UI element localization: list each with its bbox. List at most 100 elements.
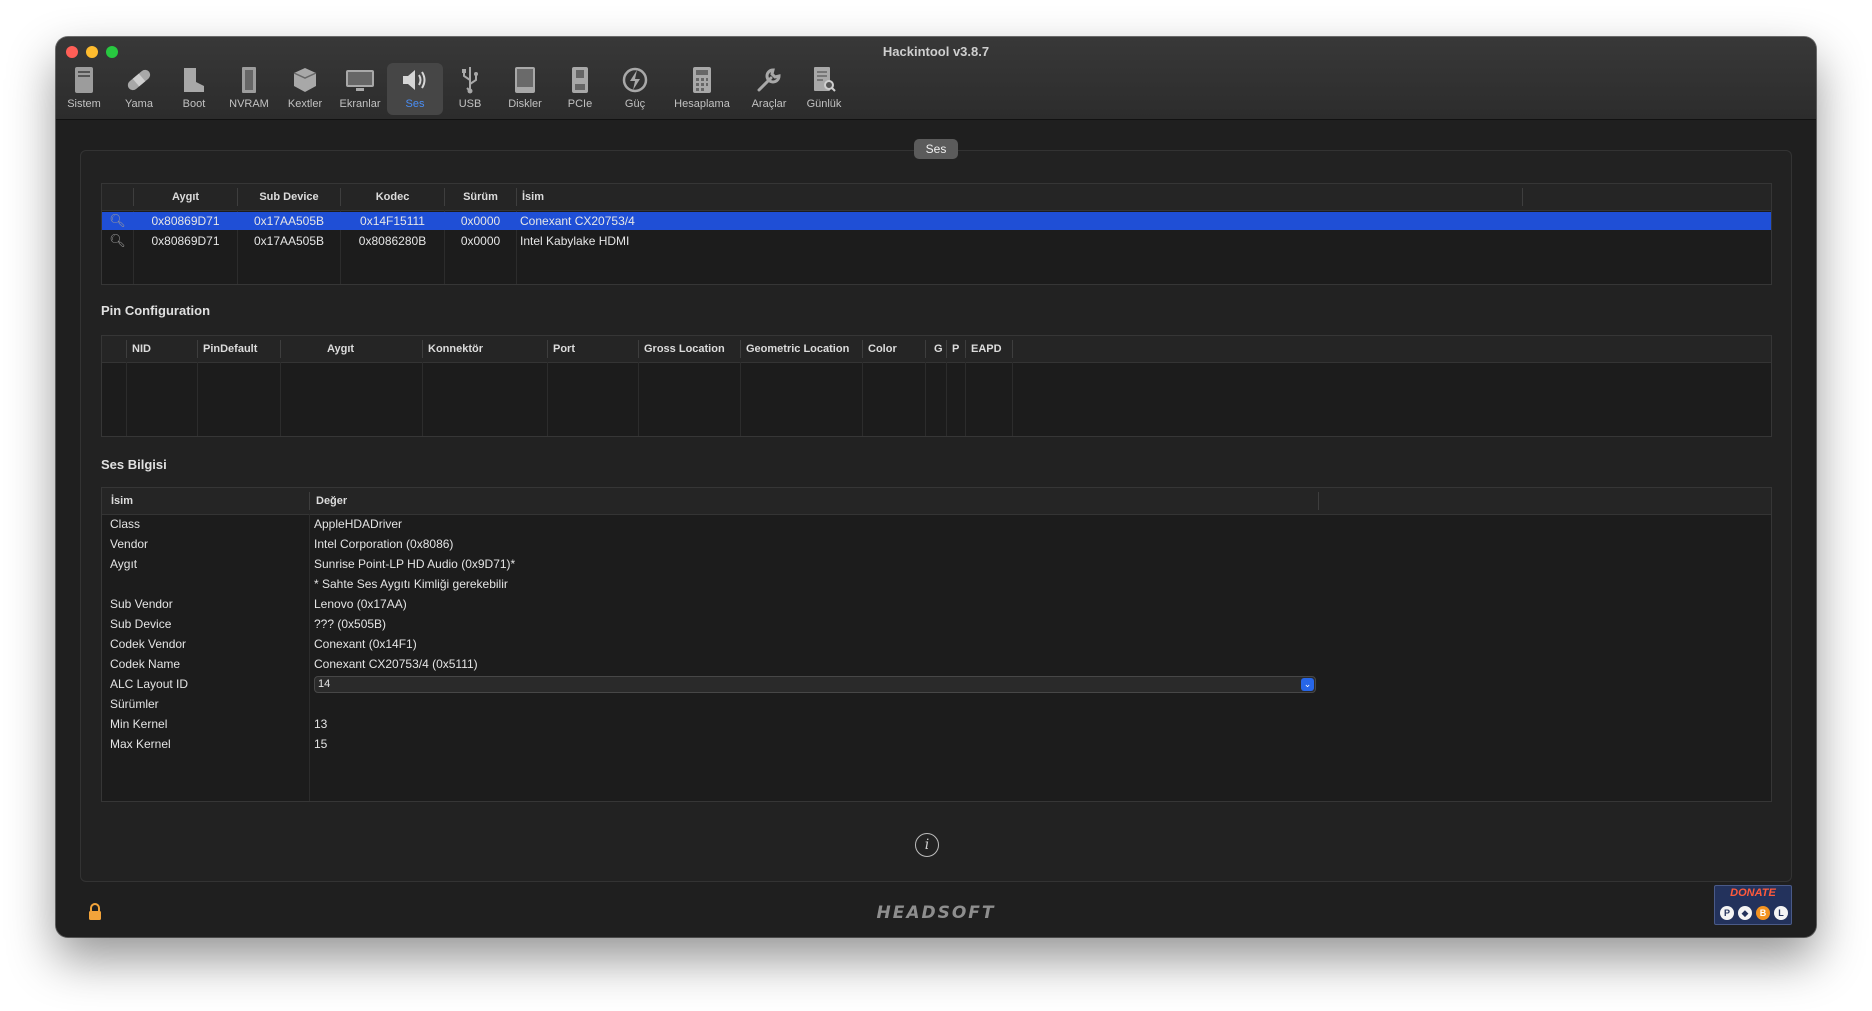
- usb-icon: [453, 66, 487, 96]
- column-header-gross-location[interactable]: Gross Location: [644, 336, 725, 362]
- toolbar-item-araclar[interactable]: Araçlar: [741, 63, 797, 115]
- toolbar-item-yama[interactable]: Yama: [111, 63, 167, 115]
- donate-label: DONATE: [1730, 887, 1776, 899]
- info-name: Vendor: [110, 537, 149, 551]
- info-icon[interactable]: i: [915, 833, 939, 857]
- paypal-icon: P: [1720, 906, 1734, 920]
- lock-icon[interactable]: [86, 903, 104, 921]
- device-cell: 0x80869D71: [151, 214, 220, 228]
- app-window: Hackintool v3.8.7 Sistem Yama Boot NVRAM…: [56, 37, 1816, 937]
- info-note: * Sahte Ses Aygıtı Kimliği gerekebilir: [314, 577, 508, 591]
- toolbar-item-gunluk[interactable]: Günlük: [796, 63, 852, 115]
- toolbar-item-guc[interactable]: Güç: [607, 63, 663, 115]
- codec-cell: 0x8086280B: [358, 234, 427, 248]
- info-name: ALC Layout ID: [110, 677, 189, 691]
- device-table-header: Aygıt Sub Device Kodec Sürüm İsim: [102, 184, 1771, 211]
- toolbar-item-diskler[interactable]: Diskler: [497, 63, 553, 115]
- group-tab-ses: Ses: [914, 139, 958, 159]
- toolbar-item-boot[interactable]: Boot: [166, 63, 222, 115]
- toolbar-label: Günlük: [806, 98, 842, 110]
- toolbar-label: NVRAM: [229, 98, 269, 110]
- column-header-color[interactable]: Color: [868, 336, 897, 362]
- column-header-device[interactable]: Aygıt: [327, 336, 354, 362]
- toolbar-label: Araçlar: [751, 98, 787, 110]
- info-name: Max Kernel: [110, 737, 171, 751]
- calculator-icon: [685, 66, 719, 96]
- search-icon[interactable]: 🔍︎: [102, 232, 133, 250]
- column-header-pindefault[interactable]: PinDefault: [203, 336, 257, 362]
- toolbar-label: Ekranlar: [339, 98, 381, 110]
- boot-icon: [177, 66, 211, 96]
- info-name: Class: [110, 517, 141, 531]
- window-title: Hackintool v3.8.7: [882, 44, 990, 59]
- audio-info-table[interactable]: İsim Değer Class AppleHDADriver Vendor I…: [101, 487, 1772, 802]
- table-row[interactable]: 🔍︎ 0x80869D71 0x17AA505B 0x14F15111 0x00…: [102, 212, 1771, 230]
- info-value: Lenovo (0x17AA): [314, 597, 407, 611]
- revision-cell: 0x0000: [460, 234, 501, 248]
- info-name: Sub Vendor: [110, 597, 173, 611]
- chip-icon: [232, 66, 266, 96]
- info-name: Codek Vendor: [110, 637, 187, 651]
- bandage-icon: [122, 66, 156, 96]
- info-value: Sunrise Point-LP HD Audio (0x9D71)*: [314, 557, 516, 571]
- table-row[interactable]: 🔍︎ 0x80869D71 0x17AA505B 0x8086280B 0x00…: [102, 232, 1771, 250]
- bitcoin-icon: B: [1756, 906, 1770, 920]
- info-name: Sürümler: [110, 697, 159, 711]
- info-name: Aygıt: [110, 557, 138, 571]
- column-header-nid[interactable]: NID: [132, 336, 151, 362]
- donate-button[interactable]: DONATE P ◆ B L: [1714, 885, 1792, 925]
- toolbar-label: Sistem: [67, 98, 101, 110]
- info-value: 15: [314, 737, 328, 751]
- toolbar-label: Kextler: [287, 98, 323, 110]
- power-icon: [618, 66, 652, 96]
- audio-info-title: Ses Bilgisi: [101, 457, 167, 472]
- column-header-name[interactable]: İsim: [111, 488, 133, 514]
- alc-layout-id-select[interactable]: 14 ⌄: [314, 676, 1316, 693]
- pin-configuration-table[interactable]: NID PinDefault Aygıt Konnektör Port Gros…: [101, 335, 1772, 437]
- main-content: Aygıt Sub Device Kodec Sürüm İsim 🔍︎ 0x8…: [56, 120, 1816, 937]
- toolbar-label: PCIe: [567, 98, 593, 110]
- sub-device-cell: 0x17AA505B: [253, 234, 325, 248]
- title-bar: Hackintool v3.8.7 Sistem Yama Boot NVRAM…: [56, 37, 1816, 120]
- sub-device-cell: 0x17AA505B: [253, 214, 325, 228]
- toolbar-label: Yama: [125, 98, 153, 110]
- column-header-eapd[interactable]: EAPD: [971, 336, 1002, 362]
- computer-icon: [67, 66, 101, 96]
- toolbar-item-hesaplama[interactable]: Hesaplama: [670, 63, 734, 115]
- display-icon: [343, 66, 377, 96]
- toolbar-item-sistem[interactable]: Sistem: [56, 63, 112, 115]
- toolbar-label: Boot: [182, 98, 206, 110]
- column-header-codec[interactable]: Kodec: [341, 184, 444, 210]
- toolbar-item-ekranlar[interactable]: Ekranlar: [332, 63, 388, 115]
- toolbar-label: Diskler: [508, 98, 542, 110]
- info-name: Sub Device: [110, 617, 172, 631]
- column-header-value[interactable]: Değer: [316, 488, 347, 514]
- column-header-device[interactable]: Aygıt: [134, 184, 237, 210]
- pin-table-header: NID PinDefault Aygıt Konnektör Port Gros…: [102, 336, 1771, 363]
- info-value: Intel Corporation (0x8086): [314, 537, 454, 551]
- toolbar-item-kextler[interactable]: Kextler: [277, 63, 333, 115]
- search-icon[interactable]: 🔍︎: [102, 212, 133, 230]
- column-header-name[interactable]: İsim: [522, 184, 544, 210]
- column-header-geometric-location[interactable]: Geometric Location: [746, 336, 849, 362]
- info-value: Conexant CX20753/4 (0x5111): [314, 657, 478, 671]
- column-header-port[interactable]: Port: [553, 336, 575, 362]
- chevron-down-icon: ⌄: [1301, 678, 1314, 691]
- toolbar-item-usb[interactable]: USB: [442, 63, 498, 115]
- pin-configuration-title: Pin Configuration: [101, 303, 211, 318]
- toolbar-item-pcie[interactable]: PCIe: [552, 63, 608, 115]
- column-header-g[interactable]: G: [934, 336, 943, 362]
- toolbar-label: Güç: [624, 98, 646, 110]
- toolbar-item-ses[interactable]: Ses: [387, 63, 443, 115]
- headsoft-logo: HEADSOFT: [876, 903, 996, 923]
- column-header-revision[interactable]: Sürüm: [445, 184, 516, 210]
- column-header-sub-device[interactable]: Sub Device: [238, 184, 340, 210]
- device-table[interactable]: Aygıt Sub Device Kodec Sürüm İsim 🔍︎ 0x8…: [101, 183, 1772, 285]
- toolbar-item-nvram[interactable]: NVRAM: [221, 63, 277, 115]
- column-header-connector[interactable]: Konnektör: [428, 336, 483, 362]
- pcie-card-icon: [563, 66, 597, 96]
- alc-layout-id-value: 14: [318, 678, 331, 690]
- ethereum-icon: ◆: [1738, 906, 1752, 920]
- codec-cell: 0x14F15111: [360, 214, 425, 228]
- column-header-p[interactable]: P: [952, 336, 959, 362]
